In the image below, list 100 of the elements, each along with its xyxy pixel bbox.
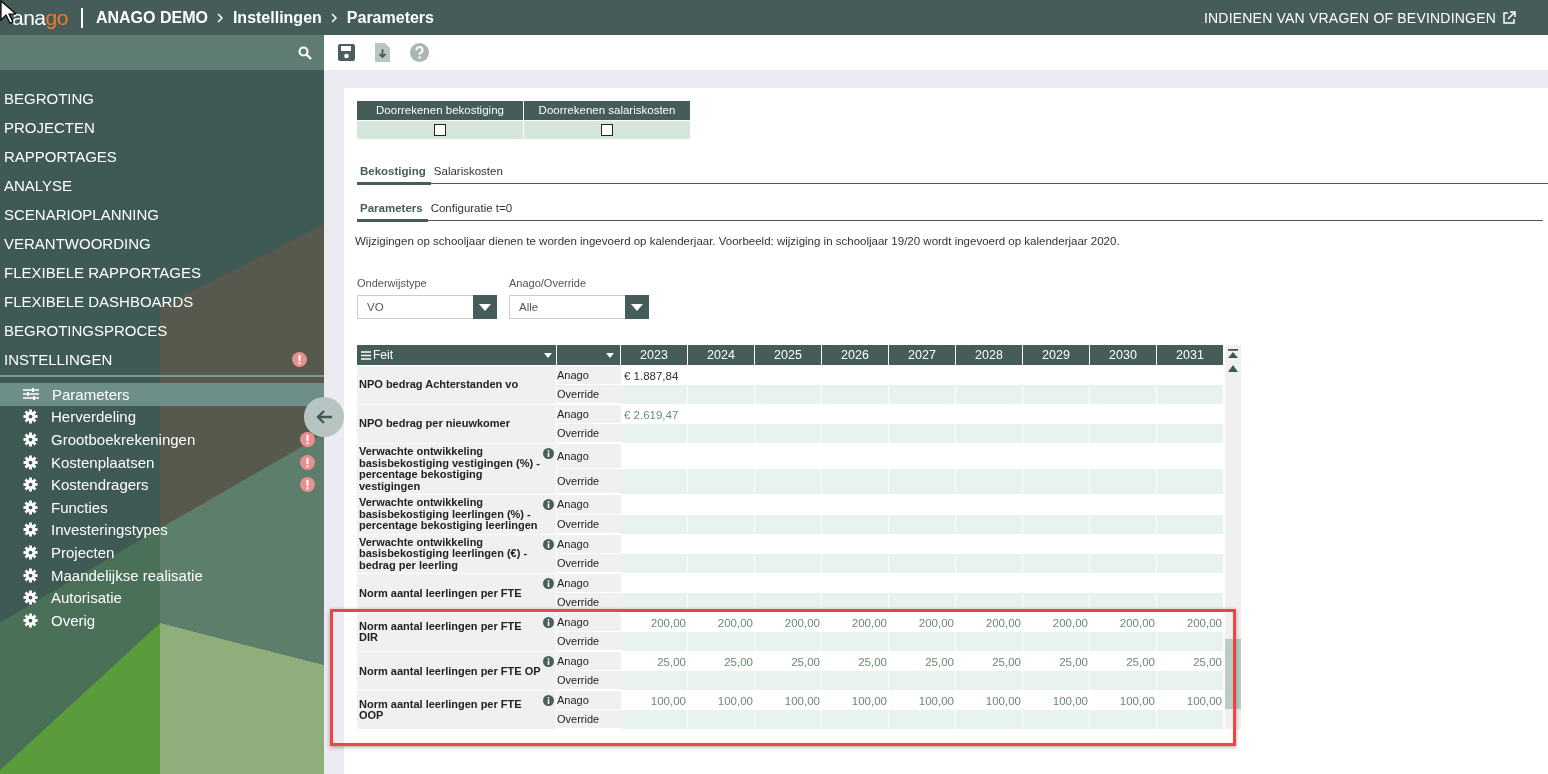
checkbox[interactable] [434, 124, 446, 136]
submenu-item[interactable]: Parameters [0, 383, 324, 406]
separator [80, 7, 83, 28]
table-cell: Verwachte ontwikkeling basisbekostiging vestigingen (%) - percentage bekostiging vestigingen [357, 444, 557, 495]
submenu-item[interactable]: Projecten [0, 541, 302, 564]
table-cell: Override [557, 385, 621, 404]
tab[interactable]: Bekostiging [357, 161, 431, 185]
caret-down-icon [606, 352, 614, 358]
column-header: 2026 [822, 345, 889, 365]
table-cell: NPO bedrag per nieuwkomer [357, 405, 557, 443]
column-header[interactable] [557, 345, 621, 365]
menu-item[interactable]: BEGROTINGSPROCES [0, 316, 324, 345]
table-cell: Verwachte ontwikkeling basisbekostiging leerlingen (%) - percentage bekostiging leerlingen [357, 495, 557, 534]
column-header: 2029 [1023, 345, 1090, 365]
table-cell: Verwachte ontwikkeling basisbekostiging leerlingen (€) - bedrag per leerling [357, 534, 557, 574]
table-cell: Norm aantal leerlingen per FTE OP [357, 652, 557, 691]
scrollbar[interactable] [1225, 345, 1241, 730]
gear-icon [23, 454, 38, 470]
tab[interactable]: Salariskosten [430, 161, 508, 183]
menu-icon [361, 350, 371, 360]
table-cell: Override [557, 514, 621, 534]
table-cell: Override [557, 469, 621, 495]
search-icon [298, 45, 312, 60]
gear-icon [23, 432, 38, 447]
menu-item[interactable]: SCENARIOPLANNING [0, 200, 324, 229]
chevron-icon [330, 12, 338, 23]
breadcrumb-link[interactable]: Instellingen [232, 8, 322, 27]
menu-item[interactable]: PROJECTEN [0, 113, 324, 142]
dropdown[interactable]: VO [357, 295, 497, 319]
save-icon [338, 44, 355, 61]
menu-label: BEGROTINGSPROCES [4, 322, 168, 339]
dropdown-button[interactable] [625, 295, 649, 319]
column-header: 2024 [688, 345, 755, 365]
field-label: Onderwijstype [357, 277, 428, 289]
submenu-item[interactable]: Investeringstypes [0, 518, 302, 542]
table-cell: Override [557, 632, 621, 652]
caret-down-icon [479, 303, 491, 311]
help-icon [410, 43, 429, 62]
table-cell: Anago [557, 366, 621, 385]
field-label: Anago/Override [509, 277, 588, 289]
info-icon [543, 499, 554, 511]
gear-icon [23, 499, 38, 515]
external-link-icon [1502, 10, 1516, 25]
table-cell: Override [557, 554, 621, 574]
table-cell: Anago [557, 405, 621, 424]
submenu-item[interactable]: Kostenplaatsen [0, 450, 324, 474]
submenu-item[interactable]: Kostendragers [0, 473, 324, 496]
menu-item[interactable]: FLEXIBELE RAPPORTAGES [0, 258, 324, 287]
feedback-link[interactable]: INDIENEN VAN VRAGEN OF BEVINDINGEN [1203, 9, 1548, 26]
save-button[interactable] [336, 44, 357, 61]
column-header[interactable]: Feit [357, 345, 557, 365]
table-cell: Anago [557, 652, 621, 672]
menu-item[interactable]: RAPPORTAGES [0, 142, 324, 171]
tab[interactable]: Configuratie t=0 [427, 198, 518, 220]
info-icon [543, 617, 554, 629]
submenu-item[interactable]: Autorisatie [0, 586, 302, 609]
scroll-top-icon [1228, 349, 1238, 359]
submenu-item[interactable]: Overig [0, 608, 302, 632]
menu-label: INSTELLINGEN [4, 351, 113, 368]
menu-label: VERANTWOORDING [4, 235, 151, 252]
info-icon [543, 538, 554, 550]
chevron-icon [216, 12, 224, 23]
file-download-icon [375, 43, 390, 62]
gear-icon [23, 477, 38, 493]
column-header: Doorrekenen bekostiging [357, 101, 523, 120]
gear-icon [23, 544, 38, 560]
arrow-left-icon [315, 409, 333, 425]
gear-icon [23, 612, 38, 628]
breadcrumb-link[interactable]: ANAGO DEMO [95, 8, 208, 27]
menu-item[interactable]: VERANTWOORDING [0, 229, 324, 258]
menu-item[interactable]: ANALYSE [0, 171, 324, 200]
sliders-icon [23, 387, 39, 402]
table-cell: Anago [557, 444, 621, 470]
table-cell: Anago [557, 534, 621, 555]
submenu-item[interactable]: Functies [0, 495, 302, 519]
breadcrumb-link[interactable]: Parameters [346, 8, 434, 27]
dropdown[interactable]: Alle [509, 295, 649, 319]
checkbox[interactable] [601, 124, 613, 136]
gear-icon [23, 590, 38, 606]
search-field[interactable] [0, 35, 324, 70]
gear-icon [23, 409, 38, 425]
menu-label: FLEXIBELE RAPPORTAGES [4, 264, 201, 281]
menu-item[interactable]: BEGROTING [0, 84, 324, 113]
menu-item[interactable]: FLEXIBELE DASHBOARDS [0, 287, 324, 316]
table-cell: Override [557, 424, 621, 443]
menu-label: SCENARIOPLANNING [4, 206, 160, 223]
menu-item[interactable]: INSTELLINGEN [0, 345, 324, 374]
info-icon [543, 656, 554, 668]
column-header: Doorrekenen salariskosten [524, 101, 690, 120]
table-cell: Anago [557, 574, 621, 594]
tab[interactable]: Parameters [357, 198, 428, 222]
dropdown-button[interactable] [473, 295, 497, 319]
submenu-item[interactable]: Maandelijkse realisatie [0, 563, 302, 587]
info-icon [543, 695, 554, 707]
submenu-item[interactable]: Herverdeling [0, 405, 302, 429]
download-button[interactable] [373, 43, 392, 62]
info-icon [543, 448, 554, 459]
table-cell [1157, 710, 1224, 730]
menu-label: BEGROTING [4, 90, 94, 107]
submenu-item[interactable]: Grootboekrekeningen [0, 428, 324, 451]
